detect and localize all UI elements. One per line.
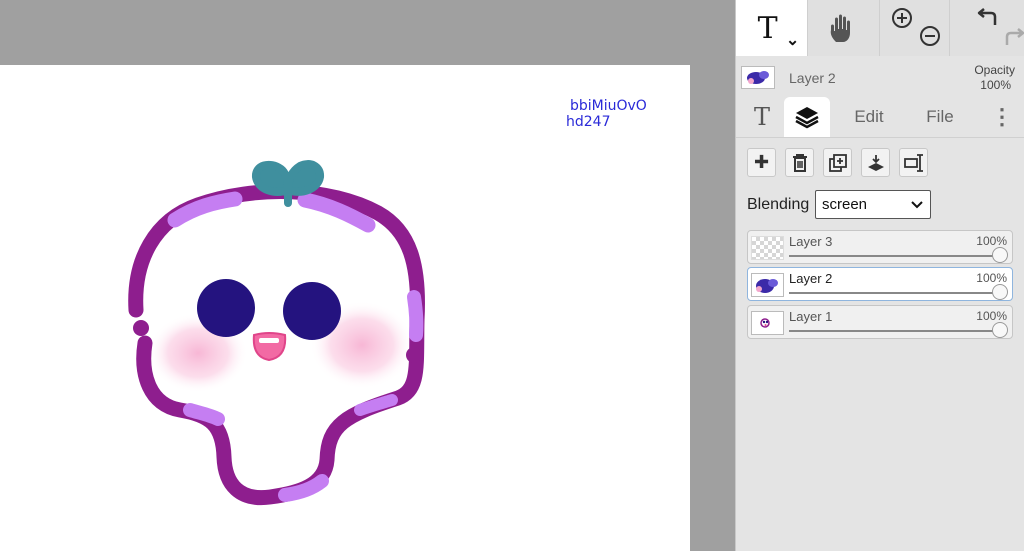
trash-icon (792, 153, 807, 172)
delete-layer-button[interactable] (785, 148, 814, 177)
current-layer-thumbnail (741, 66, 775, 89)
duplicate-icon (828, 153, 847, 172)
layer-row-2[interactable]: Layer 2 100% (747, 267, 1013, 301)
tab-file[interactable]: File (914, 97, 966, 137)
drawing-artwork (128, 160, 425, 506)
zoom-controls (879, 0, 950, 56)
layer-opacity-slider[interactable] (789, 322, 1008, 338)
zoom-out-icon[interactable] (918, 24, 942, 48)
panel-tabs: T Edit File ⋮ (736, 97, 1024, 138)
left-eye (197, 279, 255, 337)
add-layer-button[interactable]: ✚ (747, 148, 776, 177)
slider-handle[interactable] (992, 284, 1008, 300)
layer-opacity: 100% (976, 234, 1007, 248)
mouth (252, 332, 287, 362)
right-eye (283, 282, 341, 340)
current-layer-name: Layer 2 (789, 70, 836, 86)
current-layer-info: Layer 2 Opacity 100% (736, 57, 1024, 97)
chevron-down-icon[interactable]: ⌄ (786, 30, 799, 50)
hand-tool-button[interactable] (808, 0, 880, 56)
history-controls (949, 0, 1024, 56)
toolbar: T ⌄ (736, 0, 1024, 56)
undo-icon[interactable] (976, 6, 1000, 28)
redo-icon[interactable] (1002, 26, 1024, 48)
blending-select[interactable]: screen (815, 190, 931, 219)
opacity-value: 100% (980, 78, 1011, 92)
rename-icon (903, 153, 923, 172)
merge-down-button[interactable] (861, 148, 890, 177)
right-dot (406, 347, 422, 363)
layer-name: Layer 2 (789, 271, 833, 286)
signature-line-1: bbiMiuOvO (570, 98, 647, 114)
layer-3-thumbnail (751, 236, 784, 260)
text-tool-button[interactable]: T ⌄ (736, 0, 809, 56)
layers-icon (795, 107, 819, 129)
layer-opacity-slider[interactable] (789, 284, 1008, 300)
plus-icon: ✚ (753, 152, 770, 172)
layer-2-thumbnail (751, 273, 784, 297)
tab-edit[interactable]: Edit (840, 97, 898, 137)
text-tool-icon: T (757, 10, 778, 46)
text-icon: T (753, 103, 770, 131)
tab-layers[interactable] (784, 97, 830, 137)
more-icon: ⋮ (991, 104, 1013, 129)
chevron-down-icon (911, 201, 923, 209)
blending-selected-value: screen (822, 196, 868, 213)
slider-handle[interactable] (992, 247, 1008, 263)
drawing-canvas[interactable]: bbiMiuOvO hd247 (0, 65, 690, 551)
layer-1-thumbnail (751, 311, 784, 335)
layer-name: Layer 1 (789, 309, 833, 324)
signature-line-2: hd247 (566, 114, 611, 130)
merge-down-icon (867, 154, 884, 171)
duplicate-layer-button[interactable] (823, 148, 852, 177)
tab-text[interactable]: T (741, 97, 783, 137)
rename-layer-button[interactable] (899, 148, 928, 177)
layer-opacity: 100% (976, 309, 1007, 323)
blending-label: Blending (747, 196, 810, 213)
layer-row-3[interactable]: Layer 3 100% (747, 230, 1013, 264)
layer-opacity-slider[interactable] (789, 247, 1008, 263)
side-panel: T ⌄ Layer 2 Opacity 100% T Edit File ⋮ ✚… (735, 0, 1024, 551)
hand-icon (831, 14, 851, 42)
slider-handle[interactable] (992, 322, 1008, 338)
layer-name: Layer 3 (789, 234, 833, 249)
layer-row-1[interactable]: Layer 1 100% (747, 305, 1013, 339)
more-menu-button[interactable]: ⋮ (988, 97, 1016, 137)
workspace-area[interactable]: bbiMiuOvO hd247 (0, 0, 735, 551)
layer-opacity: 100% (976, 271, 1007, 285)
opacity-label: Opacity (974, 63, 1015, 77)
left-dot (133, 320, 149, 336)
zoom-in-icon[interactable] (890, 6, 914, 30)
